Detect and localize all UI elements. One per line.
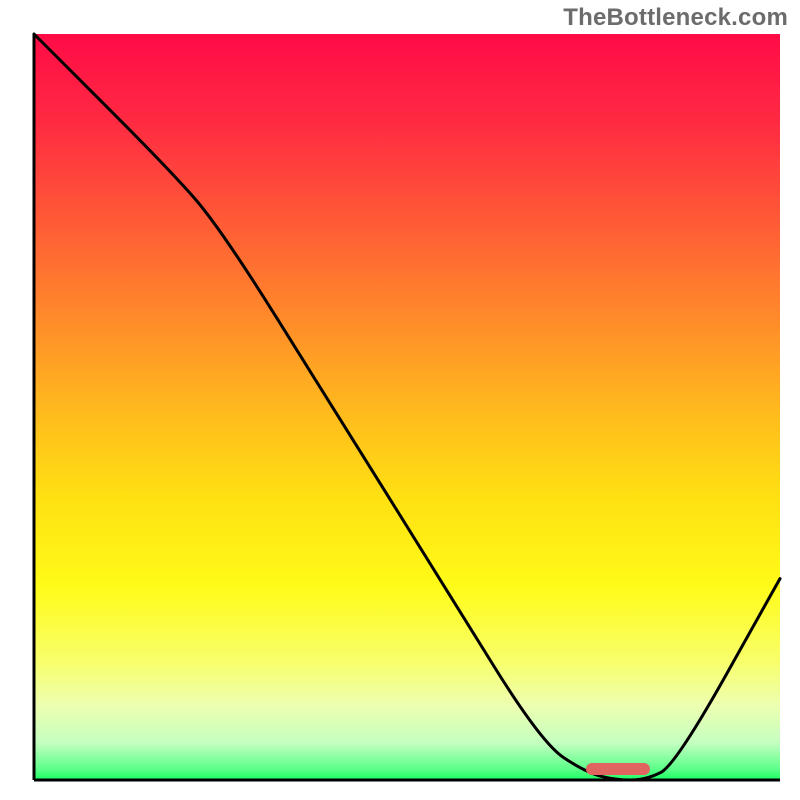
optimum-marker: [586, 763, 650, 775]
chart-canvas: { "watermark": "TheBottleneck.com", "col…: [0, 0, 800, 800]
bottleneck-plot: [0, 0, 800, 800]
